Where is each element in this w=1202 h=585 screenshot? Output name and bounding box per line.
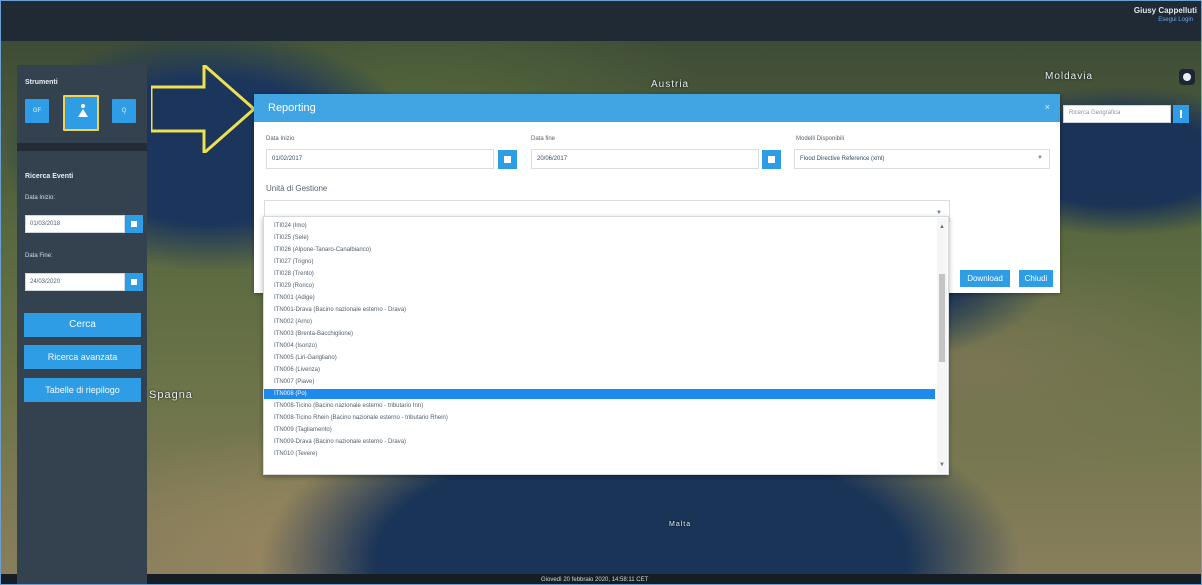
basemap-button[interactable]: [1179, 69, 1195, 85]
list-item[interactable]: ITN009 (Tagliamento): [264, 425, 935, 435]
geo-search-input[interactable]: Ricerca Geografica: [1063, 105, 1171, 123]
list-item[interactable]: ITN003 (Brenta-Bacchiglione): [264, 329, 935, 339]
report-start-calendar-button[interactable]: [498, 150, 517, 169]
report-end-date-label: Data fine: [531, 136, 556, 142]
list-item[interactable]: ITN009-Drava (Bacino nazionale esterno -…: [264, 437, 935, 447]
reporting-dialog-header: Reporting ×: [254, 94, 1060, 122]
calendar-icon: [131, 279, 137, 285]
start-date-field[interactable]: 01/03/2018: [25, 215, 125, 233]
list-item-selected[interactable]: ITN008 (Po): [264, 389, 935, 399]
available-models-select[interactable]: Flood Directive Reference (xml) ▼: [794, 149, 1050, 169]
list-item[interactable]: ITN006 (Livenza): [264, 365, 935, 375]
reporting-title: Reporting: [268, 102, 316, 114]
calendar-icon: [768, 156, 775, 163]
map-label-moldavia: Moldavia: [1045, 71, 1094, 82]
map-timestamp: Giovedì 20 febbraio 2020, 14:58:11 CET: [541, 577, 649, 583]
app-window: Giusy Cappelluti Esegui Login Austria Mo…: [0, 0, 1202, 585]
summary-tables-button[interactable]: Tabelle di riepilogo: [24, 378, 141, 402]
close-button[interactable]: Chiudi: [1019, 270, 1053, 287]
start-date-calendar-button[interactable]: [125, 215, 143, 233]
search-button[interactable]: Cerca: [24, 313, 141, 337]
download-button[interactable]: Download: [960, 270, 1010, 287]
available-models-label: Modelli Disponibili: [796, 136, 845, 142]
events-search-title: Ricerca Eventi: [25, 173, 74, 180]
list-item[interactable]: ITI029 (Ronco): [264, 281, 935, 291]
management-unit-label: Unità di Gestione: [266, 184, 328, 193]
end-date-calendar-button[interactable]: [125, 273, 143, 291]
chevron-down-icon: ▼: [1037, 155, 1043, 161]
map-status-bar: Giovedì 20 febbraio 2020, 14:58:11 CET: [1, 574, 1201, 584]
list-item[interactable]: ITI028 (Trento): [264, 269, 935, 279]
list-item[interactable]: ITI026 (Alpone-Tanaro-Canalbianco): [264, 245, 935, 255]
search-icon: [1180, 110, 1182, 118]
tool-button-q[interactable]: Q: [112, 99, 136, 123]
map-label-austria: Austria: [651, 79, 690, 90]
list-item[interactable]: ITI027 (Trigno): [264, 257, 935, 267]
scroll-up-icon[interactable]: ▲: [937, 222, 947, 232]
list-scrollbar[interactable]: ▲ ▼: [937, 218, 947, 473]
list-item[interactable]: ITN004 (Isonzo): [264, 341, 935, 351]
calendar-icon: [131, 221, 137, 227]
selected-model: Flood Directive Reference (xml): [800, 156, 885, 162]
map-label-spagna: Spagna: [149, 389, 193, 401]
top-bar: Giusy Cappelluti Esegui Login: [1, 1, 1201, 41]
list-item[interactable]: ITN008-Ticino Rhein (Bacino nazionale es…: [264, 413, 935, 423]
list-item[interactable]: ITN005 (Liri-Garigliano): [264, 353, 935, 363]
scroll-thumb[interactable]: [939, 274, 945, 362]
report-end-calendar-button[interactable]: [762, 150, 781, 169]
list-item[interactable]: ITN002 (Arno): [264, 317, 935, 327]
report-start-date-field[interactable]: 01/02/2017: [266, 149, 494, 169]
list-item[interactable]: ITN007 (Piave): [264, 377, 935, 387]
dialog-close-icon[interactable]: ×: [1045, 102, 1050, 112]
geo-search-button[interactable]: [1173, 105, 1189, 123]
calendar-icon: [504, 156, 511, 163]
list-item[interactable]: ITN001 (Adige): [264, 293, 935, 303]
tools-title: Strumenti: [25, 79, 58, 86]
list-item[interactable]: ITN001-Drava (Bacino nazionale esterno -…: [264, 305, 935, 315]
report-start-date-label: Data Inizio: [266, 136, 295, 142]
list-item[interactable]: ITN008-Ticino (Bacino nazionale esterno …: [264, 401, 935, 411]
end-date-label: Data Fine:: [25, 253, 53, 259]
person-icon: [78, 104, 88, 116]
yellow-arrow-icon: [151, 65, 256, 153]
list-item[interactable]: ITI025 (Sele): [264, 233, 935, 243]
advanced-search-button[interactable]: Ricerca avanzata: [24, 345, 141, 369]
user-name: Giusy Cappelluti: [1133, 6, 1197, 15]
map-label-malta: Malta: [669, 521, 692, 528]
tool-button-gf[interactable]: GF: [25, 99, 49, 123]
scroll-down-icon[interactable]: ▼: [937, 460, 947, 470]
list-item[interactable]: ITN010 (Tevere): [264, 449, 935, 459]
panel-divider: [17, 143, 147, 151]
globe-icon: [1183, 73, 1191, 81]
login-link[interactable]: Esegui Login: [1158, 17, 1193, 23]
management-unit-dropdown-list[interactable]: ITI024 (Imo) ITI025 (Sele) ITI026 (Alpon…: [263, 216, 949, 475]
start-date-label: Data Inizio:: [25, 195, 56, 201]
report-end-date-field[interactable]: 20/06/2017: [531, 149, 759, 169]
list-item[interactable]: ITI024 (Imo): [264, 221, 935, 231]
tool-button-reporting[interactable]: [63, 95, 99, 131]
left-panel: Strumenti GF Q Ricerca Eventi Data Inizi…: [17, 65, 147, 584]
end-date-field[interactable]: 24/03/2020: [25, 273, 125, 291]
